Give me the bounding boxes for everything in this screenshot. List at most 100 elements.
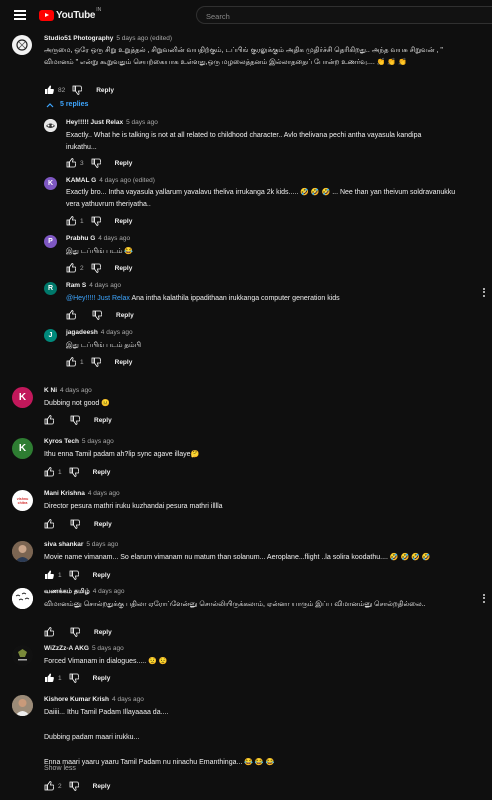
reply-button[interactable]: Reply <box>93 572 111 579</box>
author-name[interactable]: Mani Krishna <box>44 490 85 497</box>
avatar[interactable] <box>12 541 33 562</box>
hamburger-menu-icon[interactable] <box>14 8 26 23</box>
author-name[interactable]: WiZzZz-A AKG <box>44 645 89 652</box>
dislike-icon[interactable] <box>91 263 101 273</box>
replies-toggle-button[interactable]: 5 replies <box>46 101 88 108</box>
author-name[interactable]: KAMAL G <box>66 177 96 184</box>
comment-time[interactable]: 4 days ago (edited) <box>99 177 155 184</box>
dislike-icon[interactable] <box>69 467 79 477</box>
comment-author[interactable]: WiZzZz-A AKG 5 days ago <box>44 645 124 652</box>
author-name[interactable]: siva shankar <box>44 541 83 548</box>
comment-time[interactable]: 4 days ago <box>98 235 130 242</box>
comment-author[interactable]: Kyros Tech 5 days ago <box>44 438 114 445</box>
avatar[interactable] <box>12 588 33 609</box>
like-icon[interactable] <box>44 467 54 477</box>
reply-button[interactable]: Reply <box>94 417 112 424</box>
comment-time[interactable]: 5 days ago <box>126 119 158 126</box>
youtube-logo[interactable]: YouTube IN <box>39 7 101 21</box>
search-box[interactable] <box>196 6 492 25</box>
dislike-icon[interactable] <box>69 781 79 791</box>
like-filled-icon[interactable] <box>44 570 54 580</box>
like-icon[interactable] <box>44 415 54 425</box>
dislike-icon[interactable] <box>69 673 79 683</box>
reply-author[interactable]: KAMAL G4 days ago (edited) <box>66 177 155 184</box>
mention-link[interactable]: @Hey!!!!! Just Relax <box>66 295 130 302</box>
reply-author[interactable]: Ram S4 days ago <box>66 282 121 289</box>
avatar[interactable]: K <box>12 438 33 459</box>
like-filled-icon[interactable] <box>44 85 54 95</box>
author-name[interactable]: Hey!!!!! Just Relax <box>66 119 123 126</box>
avatar[interactable] <box>12 645 33 666</box>
reply-button[interactable]: Reply <box>115 218 133 225</box>
author-name[interactable]: Kyros Tech <box>44 438 79 445</box>
dislike-icon[interactable] <box>91 216 101 226</box>
avatar[interactable]: K <box>12 387 33 408</box>
show-less-button[interactable]: Show less <box>44 765 76 772</box>
like-icon[interactable] <box>44 519 54 529</box>
like-icon[interactable] <box>66 216 76 226</box>
comment-time[interactable]: 5 days ago <box>82 438 114 445</box>
comment-time[interactable]: 5 days ago <box>92 645 124 652</box>
author-name[interactable]: Ram S <box>66 282 86 289</box>
comment-time[interactable]: 4 days ago <box>88 490 120 497</box>
author-name[interactable]: வணக்கம் தமிழ் <box>44 588 90 595</box>
comment-time[interactable]: 4 days ago <box>89 282 121 289</box>
dislike-icon[interactable] <box>91 158 101 168</box>
like-filled-icon[interactable] <box>44 673 54 683</box>
like-icon[interactable] <box>66 310 76 320</box>
comment-author[interactable]: siva shankar 5 days ago <box>44 541 118 548</box>
reply-button[interactable]: Reply <box>115 265 133 272</box>
avatar[interactable] <box>12 695 33 716</box>
reply-author[interactable]: jagadeesh 4 days ago <box>66 329 133 336</box>
like-icon[interactable] <box>44 627 54 637</box>
dislike-icon[interactable] <box>70 415 80 425</box>
author-name[interactable]: Studio51 Photography <box>44 35 113 42</box>
avatar[interactable]: vishnu chitra <box>12 490 33 511</box>
dislike-icon[interactable] <box>92 310 102 320</box>
more-options-icon[interactable] <box>483 286 486 298</box>
dislike-icon[interactable] <box>91 357 101 367</box>
like-icon[interactable] <box>66 158 76 168</box>
comment-time[interactable]: 4 days ago <box>101 329 133 336</box>
avatar[interactable]: P <box>44 235 57 248</box>
comment-time[interactable]: 4 days ago <box>112 696 144 703</box>
comment-time[interactable]: 4 days ago <box>60 387 92 394</box>
reply-button[interactable]: Reply <box>96 87 114 94</box>
author-name[interactable]: jagadeesh <box>66 329 98 336</box>
avatar[interactable] <box>12 35 32 55</box>
search-input[interactable] <box>197 7 492 25</box>
avatar[interactable]: J <box>44 329 57 342</box>
dislike-icon[interactable] <box>70 627 80 637</box>
like-icon[interactable] <box>66 263 76 273</box>
comment-author[interactable]: K Ni 4 days ago <box>44 387 92 394</box>
reply-button[interactable]: Reply <box>115 160 133 167</box>
reply-button[interactable]: Reply <box>116 312 134 319</box>
author-name[interactable]: Kishore Kumar Krish <box>44 696 109 703</box>
dislike-icon[interactable] <box>69 570 79 580</box>
like-icon[interactable] <box>44 781 54 791</box>
comment-author[interactable]: Mani Krishna 4 days ago <box>44 490 120 497</box>
reply-button[interactable]: Reply <box>115 359 133 366</box>
reply-button[interactable]: Reply <box>93 675 111 682</box>
comment-author[interactable]: Studio51 Photography 5 days ago (edited) <box>44 35 172 42</box>
comment-author[interactable]: Kishore Kumar Krish 4 days ago <box>44 696 144 703</box>
like-icon[interactable] <box>66 357 76 367</box>
dislike-icon[interactable] <box>72 85 83 95</box>
reply-button[interactable]: Reply <box>94 629 112 636</box>
reply-author[interactable]: Prabhu G4 days ago <box>66 235 130 242</box>
comment-author[interactable]: வணக்கம் தமிழ் 4 days ago <box>44 588 125 596</box>
more-options-icon[interactable] <box>483 592 486 604</box>
dislike-icon[interactable] <box>70 519 80 529</box>
reply-author[interactable]: Hey!!!!! Just Relax 5 days ago <box>66 119 158 126</box>
avatar[interactable]: K <box>44 177 57 190</box>
comment-time[interactable]: 5 days ago (edited) <box>116 35 172 42</box>
reply-button[interactable]: Reply <box>94 521 112 528</box>
avatar[interactable] <box>44 119 57 132</box>
author-name[interactable]: Prabhu G <box>66 235 95 242</box>
comment-time[interactable]: 5 days ago <box>86 541 118 548</box>
reply-button[interactable]: Reply <box>93 469 111 476</box>
comment-time[interactable]: 4 days ago <box>93 588 125 595</box>
author-name[interactable]: K Ni <box>44 387 57 394</box>
reply-button[interactable]: Reply <box>93 783 111 790</box>
avatar[interactable]: R <box>44 282 57 295</box>
